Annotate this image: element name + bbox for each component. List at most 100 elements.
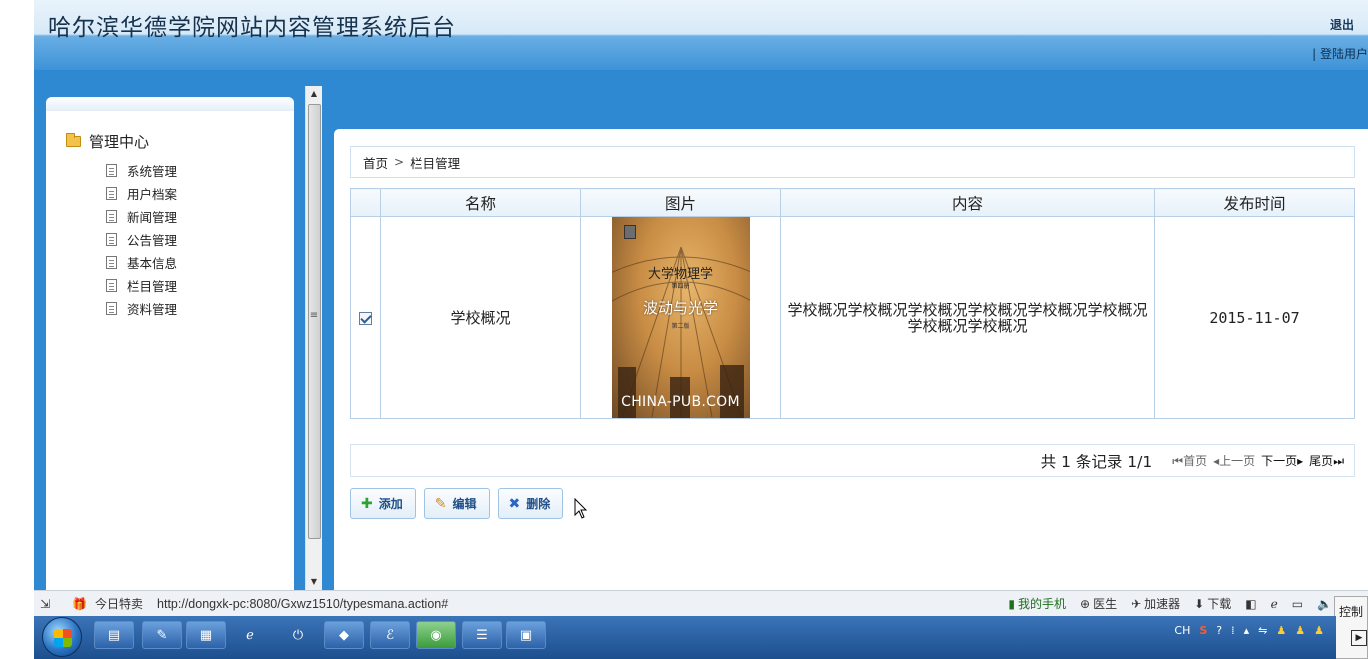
tree-root-management-center[interactable]: 管理中心 (66, 131, 149, 152)
first-page-icon: ⏮ (1172, 454, 1184, 468)
status-url: http://dongxk-pc:8080/Gxwz1510/typesmana… (157, 596, 449, 611)
browser-status-bar: ⇲ 🎁 今日特卖 http://dongxk-pc:8080/Gxwz1510/… (34, 590, 1368, 616)
tree-root-label: 管理中心 (89, 133, 150, 151)
sidebar-item-notices[interactable]: 公告管理 (106, 228, 177, 251)
sidebar-item-label: 栏目管理 (127, 279, 178, 294)
ie-icon[interactable]: ℯ (1271, 597, 1278, 611)
taskbar-app-browser-icon[interactable]: ◉ (416, 621, 456, 649)
next-page-icon: ▸ (1297, 454, 1304, 468)
help-icon[interactable]: ? (1216, 624, 1222, 637)
pencil-icon: ✎ (434, 495, 447, 512)
sidebar-header (46, 97, 294, 111)
action-toolbar: ✚ 添加 ✎ 编辑 ✖ 删除 (350, 488, 564, 519)
doctor-button[interactable]: ⊕ 医生 (1080, 595, 1117, 612)
sidebar-item-users[interactable]: 用户档案 (106, 182, 177, 205)
speaker-icon[interactable]: 🔈 (1317, 597, 1332, 611)
book-cover-image: 大学物理学 第四册 波动与光学 第二版 CHINA-PUB.COM (611, 217, 750, 418)
accelerator-label: 加速器 (1144, 597, 1181, 611)
download-icon: ⬇ (1194, 596, 1205, 611)
taskbar-app-paint-icon[interactable]: ✎ (142, 621, 182, 649)
tray-settings-icon[interactable]: ⁞ (1231, 624, 1235, 637)
table-row[interactable]: 学校概况 大学物理学 第四册 波动与光学 第二版 CHINA-PUB.COM 学… (350, 216, 1355, 419)
window-icon[interactable]: ▭ (1292, 597, 1303, 611)
next-page-link[interactable]: 下一页▸ (1261, 452, 1303, 469)
pagination-bar: 共 1 条记录 1/1 ⏮首页 ◂上一页 下一页▸ 尾页⏭ (350, 444, 1355, 477)
sidebar-item-label: 新闻管理 (127, 210, 178, 225)
sidebar-menu: 系统管理 用户档案 新闻管理 公告管理 基本信息 栏目管理 资料管理 (106, 159, 177, 320)
accelerator-button[interactable]: ✈ 加速器 (1131, 595, 1180, 612)
sogou-icon[interactable]: S (1199, 624, 1207, 637)
daily-deal-link[interactable]: 今日特卖 (95, 595, 143, 612)
my-phone-label: 我的手机 (1018, 597, 1067, 611)
breadcrumb-current: 栏目管理 (410, 155, 461, 171)
first-page-label: 首页 (1183, 454, 1208, 468)
user-icon[interactable]: ♟ (1295, 624, 1305, 637)
sidebar-item-label: 系统管理 (127, 164, 178, 179)
download-button[interactable]: ⬇ 下载 (1194, 595, 1231, 612)
logout-link[interactable]: 退出 (1330, 16, 1354, 33)
site-title: 哈尔滨华德学院网站内容管理系统后台 (48, 15, 456, 41)
sidebar-item-news[interactable]: 新闻管理 (106, 205, 177, 228)
delete-button[interactable]: ✖ 删除 (497, 488, 564, 519)
taskbar-app-calculator-icon[interactable]: ▣ (506, 621, 546, 649)
edit-button[interactable]: ✎ 编辑 (423, 488, 490, 519)
book-edition: 第二版 (671, 323, 690, 330)
sidebar-item-materials[interactable]: 资料管理 (106, 297, 177, 320)
sidebar-item-label: 基本信息 (127, 256, 178, 271)
add-button[interactable]: ✚ 添加 (350, 488, 416, 519)
tray-expand-icon[interactable]: ▴ (1244, 624, 1250, 637)
sidebar-item-system[interactable]: 系统管理 (106, 159, 177, 182)
taskbar-app-archive-icon[interactable]: ☰ (462, 621, 502, 649)
user-icon[interactable]: ♟ (1314, 624, 1324, 637)
sidebar-item-columns[interactable]: 栏目管理 (106, 274, 177, 297)
scroll-down-arrow-icon[interactable]: ▼ (306, 574, 322, 590)
sidebar-item-basic-info[interactable]: 基本信息 (106, 251, 177, 274)
user-icon[interactable]: ♟ (1276, 624, 1286, 637)
network-icon[interactable]: ⇋ (1258, 624, 1267, 637)
scroll-up-arrow-icon[interactable]: ▲ (306, 86, 322, 102)
start-button[interactable] (42, 617, 82, 657)
taskbar-app-eclipse-icon[interactable]: ℰ (370, 621, 410, 649)
play-icon[interactable]: ▶ (1351, 630, 1367, 646)
row-content: 学校概况学校概况学校概况学校概况学校概况学校概况学校概况学校概况 (780, 216, 1155, 419)
column-header-select (350, 188, 381, 217)
download-label: 下载 (1207, 597, 1232, 611)
document-icon (106, 164, 117, 177)
my-phone-button[interactable]: ▮ 我的手机 (1008, 595, 1066, 612)
column-header-content: 内容 (780, 188, 1155, 217)
taskbar-app-ie-icon[interactable]: ℯ (230, 621, 270, 649)
next-page-label: 下一页 (1261, 454, 1298, 468)
system-tray: CH S ? ⁞ ▴ ⇋ ♟ ♟ ♟ (1174, 624, 1324, 637)
last-page-link[interactable]: 尾页⏭ (1309, 452, 1344, 469)
control-side-tab[interactable]: 控制 ▶ (1334, 596, 1368, 659)
document-icon (106, 302, 117, 315)
breadcrumb-home[interactable]: 首页 (363, 153, 388, 172)
taskbar-app-power-icon[interactable]: ⏻ (278, 621, 318, 649)
row-name: 学校概况 (380, 216, 581, 419)
frame-scrollbar[interactable]: ▲ ≡ ▼ (305, 86, 322, 590)
sidebar-item-label: 用户档案 (127, 187, 178, 202)
scroll-thumb[interactable] (308, 104, 321, 539)
ime-indicator[interactable]: CH (1174, 624, 1190, 637)
prev-page-link[interactable]: ◂上一页 (1213, 452, 1255, 469)
document-icon (106, 256, 117, 269)
edit-button-label: 编辑 (452, 497, 477, 511)
delete-button-label: 删除 (526, 497, 551, 511)
scroll-grip-icon: ≡ (309, 310, 319, 321)
breadcrumb: 首页 > 栏目管理 (350, 146, 1355, 178)
pagination-info: 共 1 条记录 1/1 (1040, 452, 1153, 471)
phone-icon: ▮ (1008, 596, 1015, 611)
row-checkbox[interactable] (359, 311, 372, 325)
reader-icon[interactable]: ◧ (1245, 597, 1256, 611)
browser-viewport: 哈尔滨华德学院网站内容管理系统后台 退出 | 登陆用户 管理中心 系统管理 用户… (0, 0, 1368, 659)
document-icon (106, 210, 117, 223)
sidebar-item-label: 资料管理 (127, 302, 178, 317)
taskbar-app-document-icon[interactable]: ▤ (94, 621, 134, 649)
doctor-label: 医生 (1093, 597, 1118, 611)
taskbar-app-notes-icon[interactable]: ◆ (324, 621, 364, 649)
first-page-link[interactable]: ⏮首页 (1172, 452, 1207, 469)
taskbar-app-explorer-icon[interactable]: ▦ (186, 621, 226, 649)
row-image-cell: 大学物理学 第四册 波动与光学 第二版 CHINA-PUB.COM (580, 216, 781, 419)
row-select-cell (350, 216, 381, 419)
login-user-label: | 登陆用户 (1312, 47, 1368, 61)
